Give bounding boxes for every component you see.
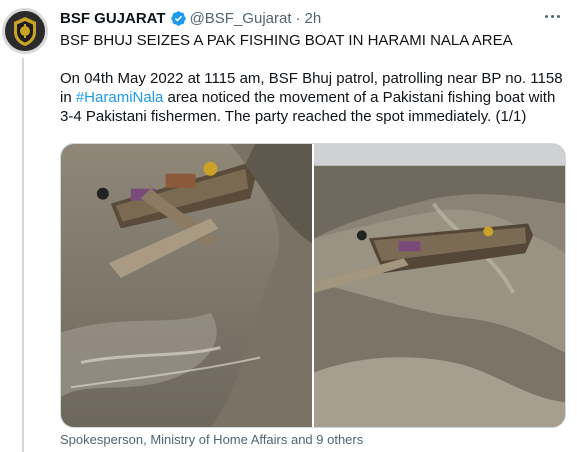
more-dot xyxy=(544,14,548,18)
media-gallery xyxy=(60,143,566,428)
tweet-header: BSF GUJARAT @BSF_Gujarat · 2h xyxy=(60,8,577,28)
liked-by-summary[interactable]: Spokesperson, Ministry of Home Affairs a… xyxy=(60,432,363,447)
timestamp[interactable]: 2h xyxy=(305,10,322,27)
boat-wide-image xyxy=(314,144,565,427)
hashtag-link[interactable]: #HaramiNala xyxy=(76,89,164,106)
avatar[interactable] xyxy=(2,8,48,54)
thread-connector-line xyxy=(22,58,24,452)
photo-boat-wide[interactable] xyxy=(314,144,565,427)
verified-badge-icon xyxy=(170,10,186,26)
more-dot xyxy=(556,14,560,18)
bsf-emblem-icon xyxy=(5,11,45,51)
author-name[interactable]: BSF GUJARAT xyxy=(60,10,166,27)
author-handle[interactable]: @BSF_Gujarat xyxy=(190,10,292,27)
photo-boat-closeup[interactable] xyxy=(61,144,312,427)
more-dot xyxy=(550,14,554,18)
more-options-icon[interactable] xyxy=(537,6,567,26)
tweet-body: On 04th May 2022 at 1115 am, BSF Bhuj pa… xyxy=(60,69,565,126)
boat-closeup-image xyxy=(61,144,312,427)
tweet-headline: BSF BHUJ SEIZES A PAK FISHING BOAT IN HA… xyxy=(60,32,513,49)
separator-dot: · xyxy=(295,9,301,27)
